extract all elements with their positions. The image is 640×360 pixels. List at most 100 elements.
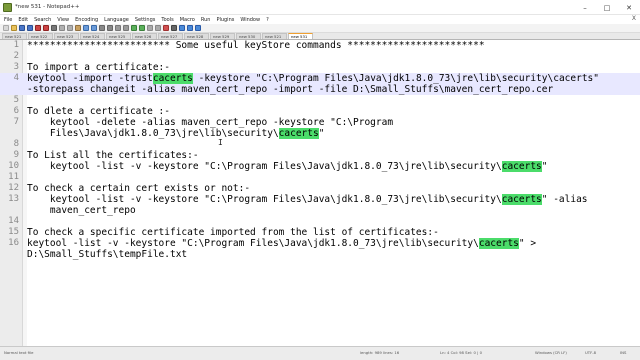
redo-icon[interactable] <box>91 25 97 31</box>
close-document-icon[interactable]: X <box>632 15 636 22</box>
editor-line[interactable]: 16 keytool -list -v -keystore "C:\Program… <box>0 238 640 249</box>
editor-line[interactable]: 1 ************************* Some useful k… <box>0 40 640 51</box>
line-text: -storepass changeit -alias maven_cert_re… <box>27 84 554 95</box>
save-icon[interactable] <box>19 25 25 31</box>
close-button[interactable]: ✕ <box>618 0 640 15</box>
line-number: 8 <box>13 139 19 149</box>
zoom-in-icon[interactable] <box>115 25 121 31</box>
tab-new-526[interactable]: new 526 <box>132 33 157 39</box>
editor-line[interactable]: maven_cert_repo <box>0 205 640 216</box>
tab-new-528[interactable]: new 528 <box>184 33 209 39</box>
editor-line[interactable]: 13 keytool -list -v -keystore "C:\Progra… <box>0 194 640 205</box>
tab-new-524[interactable]: new 524 <box>80 33 105 39</box>
editor-line[interactable]: -storepass changeit -alias maven_cert_re… <box>0 84 640 95</box>
editor-line[interactable]: 2 <box>0 51 640 62</box>
show-all-chars-icon[interactable] <box>147 25 153 31</box>
tab-new-522[interactable]: new 522 <box>28 33 53 39</box>
menu-run[interactable]: Run <box>201 17 211 23</box>
menu-tools[interactable]: Tools <box>161 17 173 23</box>
editor-line[interactable]: 5 <box>0 95 640 106</box>
menu-settings[interactable]: Settings <box>135 17 156 23</box>
print-icon[interactable] <box>51 25 57 31</box>
tab-new-530[interactable]: new 530 <box>236 33 261 39</box>
editor-line[interactable]: 8 <box>0 139 640 150</box>
menu-file[interactable]: File <box>4 17 12 23</box>
menu-encoding[interactable]: Encoding <box>75 17 98 23</box>
tab-new-525[interactable]: new 525 <box>106 33 131 39</box>
run-macro-multiple-icon[interactable] <box>187 25 193 31</box>
maximize-button[interactable]: □ <box>596 0 618 15</box>
editor-line[interactable]: 6 To dlete a certificate :- <box>0 106 640 117</box>
editor-line[interactable]: 11 <box>0 172 640 183</box>
menu-plugins[interactable]: Plugins <box>216 17 234 23</box>
window-title: *new 531 - Notepad++ <box>15 4 80 10</box>
minimize-button[interactable]: – <box>574 0 596 15</box>
editor-line[interactable]: 10 keytool -list -v -keystore "C:\Progra… <box>0 161 640 172</box>
stop-macro-icon[interactable] <box>171 25 177 31</box>
paste-icon[interactable] <box>75 25 81 31</box>
zoom-out-icon[interactable] <box>123 25 129 31</box>
editor-line[interactable]: Files\Java\jdk1.8.0_73\jre\lib\security\… <box>0 128 640 139</box>
save-all-icon[interactable] <box>27 25 33 31</box>
tab-new-523[interactable]: new 523 <box>54 33 79 39</box>
menu-search[interactable]: Search <box>34 17 51 23</box>
close-file-icon[interactable] <box>35 25 41 31</box>
menu-view[interactable]: View <box>57 17 69 23</box>
cut-icon[interactable] <box>59 25 65 31</box>
menu-macro[interactable]: Macro <box>180 17 195 23</box>
editor-line[interactable]: 14 <box>0 216 640 227</box>
play-macro-icon[interactable] <box>179 25 185 31</box>
menu-language[interactable]: Language <box>104 17 129 23</box>
status-eol: Windows (CR LF) <box>535 350 567 355</box>
open-file-icon[interactable] <box>11 25 17 31</box>
tab-new-529[interactable]: new 529 <box>210 33 235 39</box>
status-mode: INS <box>620 350 627 355</box>
menu-edit[interactable]: Edit <box>18 17 28 23</box>
line-text: keytool -delete -alias maven_cert_repo -… <box>27 117 394 128</box>
editor-line[interactable]: 4 keytool -import -trustcacerts -keystore… <box>0 73 640 84</box>
word-wrap-icon[interactable] <box>139 25 145 31</box>
editor-line[interactable]: 15 To check a specific certificate import… <box>0 227 640 238</box>
line-text-segment: " -alias <box>541 194 588 205</box>
line-number: 9 <box>13 150 19 160</box>
replace-icon[interactable] <box>107 25 113 31</box>
line-text-segment: Files\Java\jdk1.8.0_73\jre\lib\security\ <box>27 128 279 139</box>
line-number: 12 <box>8 183 19 193</box>
line-number: 15 <box>8 227 19 237</box>
line-number: 7 <box>13 117 19 127</box>
close-all-icon[interactable] <box>43 25 49 31</box>
sync-scroll-icon[interactable] <box>131 25 137 31</box>
line-text-segment: keytool -list -v -keystore "C:\Program F… <box>27 194 502 205</box>
tab-new-531[interactable]: new 531 <box>288 33 313 39</box>
line-text: keytool -list -v -keystore "C:\Program F… <box>27 238 536 249</box>
toolbar <box>0 24 640 33</box>
line-number: 16 <box>8 238 19 248</box>
line-number: 4 <box>13 73 19 83</box>
line-text-segment: keytool -import -trust <box>27 73 153 84</box>
new-file-icon[interactable] <box>3 25 9 31</box>
line-text-segment: " > <box>518 238 537 249</box>
status-file-type: Normal text file <box>4 350 34 355</box>
save-macro-icon[interactable] <box>195 25 201 31</box>
editor-line[interactable]: 3 To import a certificate:- <box>0 62 640 73</box>
editor-line[interactable]: 7 keytool -delete -alias maven_cert_repo… <box>0 117 640 128</box>
record-macro-icon[interactable] <box>163 25 169 31</box>
tab-new-527[interactable]: new 527 <box>158 33 183 39</box>
tab-new-521-b[interactable]: new 521 <box>262 33 287 39</box>
editor-line[interactable]: 9 To List all the certificates:- <box>0 150 640 161</box>
editor-area[interactable]: 1 ************************* Some useful k… <box>0 40 640 346</box>
copy-icon[interactable] <box>67 25 73 31</box>
undo-icon[interactable] <box>83 25 89 31</box>
line-number: 10 <box>8 161 19 171</box>
tab-new-521[interactable]: new 521 <box>2 33 27 39</box>
line-text: keytool -list -v -keystore "C:\Program F… <box>27 161 548 172</box>
menu-help[interactable]: ? <box>266 17 269 23</box>
indent-guide-icon[interactable] <box>155 25 161 31</box>
menu-window[interactable]: Window <box>240 17 260 23</box>
status-position: Ln: 4 Col: 98 Sel: 0 | 0 <box>440 350 482 355</box>
search-highlight: cacerts <box>278 128 319 139</box>
editor-line[interactable]: D:\Small_Stuffs\tempFile.txt <box>0 249 640 260</box>
editor-line[interactable]: 12 To check a certain cert exists or not:… <box>0 183 640 194</box>
find-icon[interactable] <box>99 25 105 31</box>
line-text: D:\Small_Stuffs\tempFile.txt <box>27 249 188 260</box>
